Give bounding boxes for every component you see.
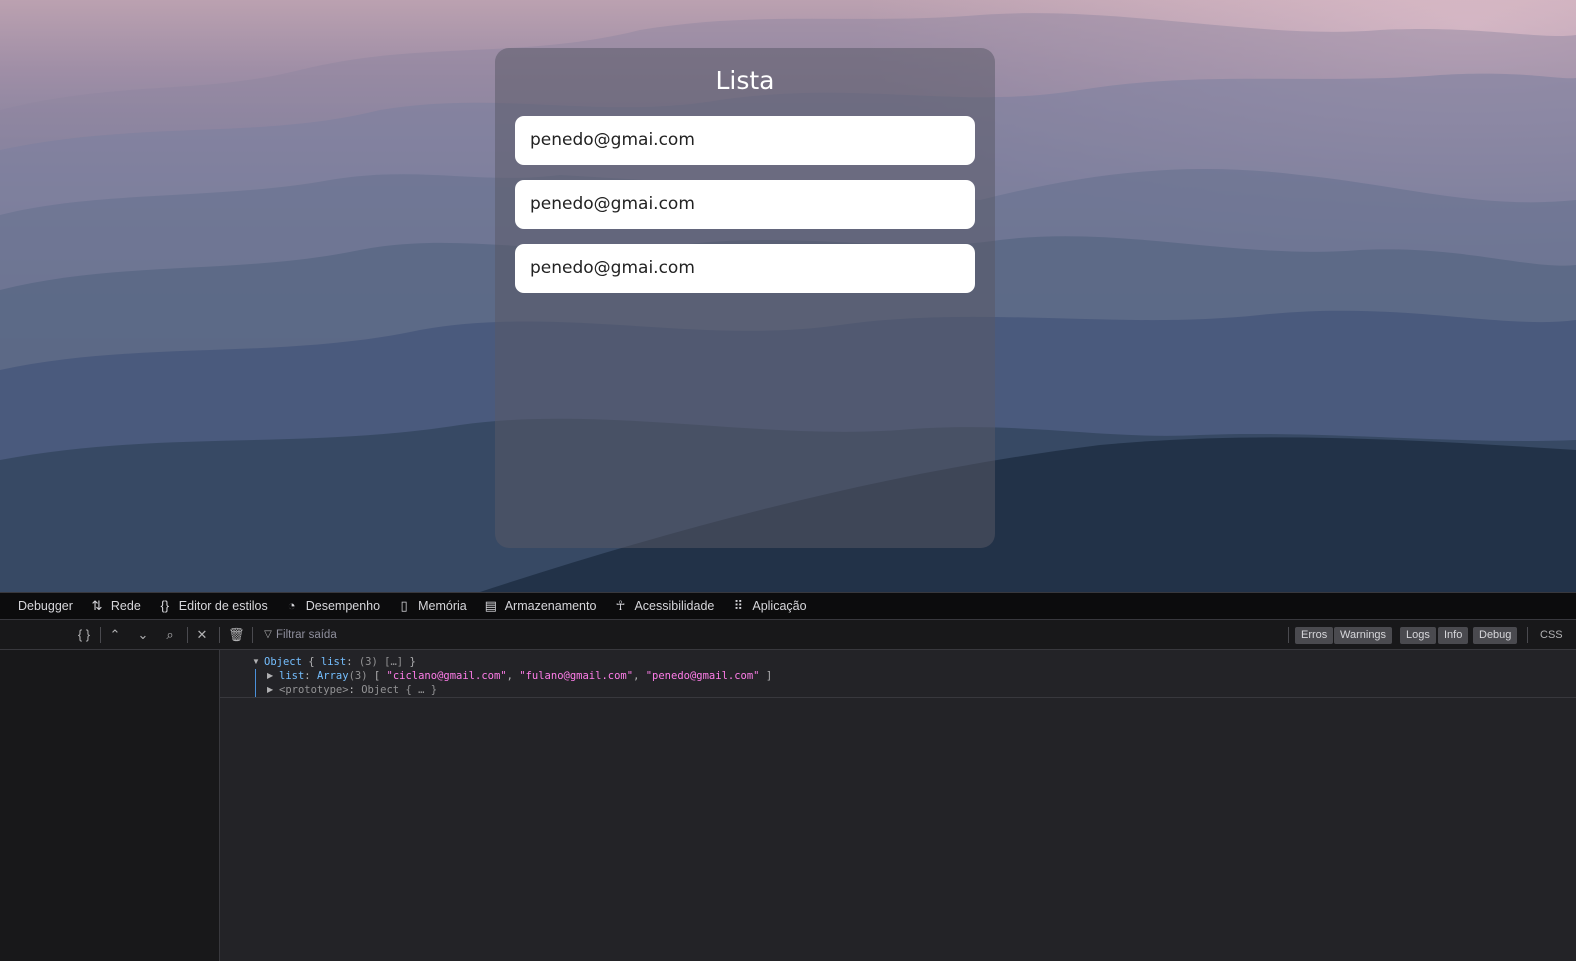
console-toolbar: { } ⌃ ⌄ ⌕ ✕ 🗑 ▽ Erros Warnings Logs Info… [0, 620, 1576, 650]
list-card: Lista penedo@gmai.com penedo@gmai.com pe… [495, 48, 995, 548]
tab-desempenho[interactable]: ◔ Desempenho [284, 592, 380, 620]
bracket: [ [367, 670, 387, 682]
property-value: Object { … } [361, 684, 438, 696]
debugger-icon [0, 598, 12, 614]
chevron-down-icon[interactable]: ⌄ [135, 627, 151, 643]
object-type: Object [264, 656, 302, 668]
filter-warnings-button[interactable]: Warnings [1334, 627, 1393, 644]
tab-label: Armazenamento [504, 599, 597, 613]
tab-label: Acessibilidade [634, 599, 715, 613]
filter-debug-button[interactable]: Debug [1473, 627, 1518, 644]
colon: : [348, 684, 362, 696]
tab-armazenamento[interactable]: ▤ Armazenamento [483, 592, 597, 620]
devtools-tabbar: Debugger ⇅ Rede {} Editor de estilos ◔ D… [0, 592, 1576, 620]
toolbar-separator [100, 627, 101, 643]
list-item[interactable]: penedo@gmai.com [515, 116, 975, 165]
array-count: (3) [348, 670, 368, 682]
memory-chip-icon: ▯ [400, 598, 408, 613]
console-log-entry: ▼ Object { list: (3) […] } ▶ list: Array… [220, 650, 1576, 698]
close-icon[interactable]: ✕ [194, 627, 210, 643]
accessibility-icon: ☥ [615, 598, 626, 613]
toolbar-separator [1288, 627, 1289, 643]
string-value: "ciclano@gmail.com" [386, 670, 507, 682]
filter-info-button[interactable]: Info [1438, 627, 1469, 644]
toolbar-separator [219, 627, 220, 643]
comma: , [506, 670, 520, 682]
filter-output-input[interactable] [276, 627, 576, 643]
tab-debugger[interactable]: Debugger [0, 592, 73, 620]
gauge-icon: ◔ [287, 598, 296, 613]
object-summary-line[interactable]: Object { list: (3) […] } [264, 655, 416, 669]
toolbar-separator [1527, 627, 1528, 643]
trash-icon[interactable]: 🗑 [228, 627, 245, 643]
property-key: list [320, 656, 347, 668]
pretty-print-button[interactable]: { } [74, 627, 94, 643]
filter-logs-button[interactable]: Logs [1400, 627, 1436, 644]
filter-errors-button[interactable]: Erros [1295, 627, 1334, 644]
prototype-property-line[interactable]: <prototype>: Object { … } [279, 683, 437, 697]
expand-triangle-icon[interactable]: ▶ [267, 671, 273, 680]
colon: : [304, 670, 317, 682]
property-key: list [279, 670, 305, 682]
string-value: "penedo@gmail.com" [645, 670, 760, 682]
tab-label: Desempenho [305, 599, 381, 613]
tab-label: Aplicação [752, 599, 807, 613]
grid-icon: ⠿ [733, 598, 744, 613]
array-type: Array [316, 670, 349, 682]
braces-icon: {} [160, 598, 170, 613]
bracket: ] [759, 670, 773, 682]
devtools-panel: Debugger ⇅ Rede {} Editor de estilos ◔ D… [0, 592, 1576, 961]
chevron-up-icon[interactable]: ⌃ [107, 627, 123, 643]
expand-triangle-icon[interactable]: ▶ [267, 685, 273, 694]
toolbar-separator [252, 627, 253, 643]
toolbar-separator [187, 627, 188, 643]
tab-memoria[interactable]: ▯ Memória [396, 592, 467, 620]
card-title: Lista [715, 66, 775, 95]
tab-label: Rede [110, 599, 141, 613]
tab-acessibilidade[interactable]: ☥ Acessibilidade [612, 592, 715, 620]
property-key: <prototype> [279, 684, 349, 696]
property-summary: (3) […] [358, 656, 404, 668]
comma: , [633, 670, 646, 682]
list-item[interactable]: penedo@gmai.com [515, 244, 975, 293]
tab-rede[interactable]: ⇅ Rede [89, 592, 141, 620]
list-property-line[interactable]: list: Array(3) [ "ciclano@gmail.com", "f… [279, 669, 772, 683]
tab-aplicacao[interactable]: ⠿ Aplicação [730, 592, 807, 620]
network-icon: ⇅ [91, 598, 103, 613]
console-sidebar [0, 650, 220, 961]
tab-label: Editor de estilos [178, 599, 268, 613]
storage-icon: ▤ [484, 598, 497, 613]
filter-icon: ▽ [264, 629, 272, 640]
tab-editor-de-estilos[interactable]: {} Editor de estilos [157, 592, 268, 620]
page-viewport: Lista penedo@gmai.com penedo@gmai.com pe… [0, 0, 1576, 592]
console-output: ▼ Object { list: (3) […] } ▶ list: Array… [220, 650, 1576, 961]
filter-css-button[interactable]: CSS [1540, 627, 1563, 644]
brace: { [301, 656, 321, 668]
colon: : [346, 656, 359, 668]
tree-guide-line [255, 669, 256, 697]
tab-label: Memória [418, 599, 467, 613]
expand-triangle-icon[interactable]: ▼ [252, 657, 260, 666]
search-icon[interactable]: ⌕ [162, 627, 178, 643]
list-item[interactable]: penedo@gmai.com [515, 180, 975, 229]
brace: } [403, 656, 416, 668]
string-value: "fulano@gmail.com" [519, 670, 634, 682]
tab-label: Debugger [18, 599, 73, 613]
